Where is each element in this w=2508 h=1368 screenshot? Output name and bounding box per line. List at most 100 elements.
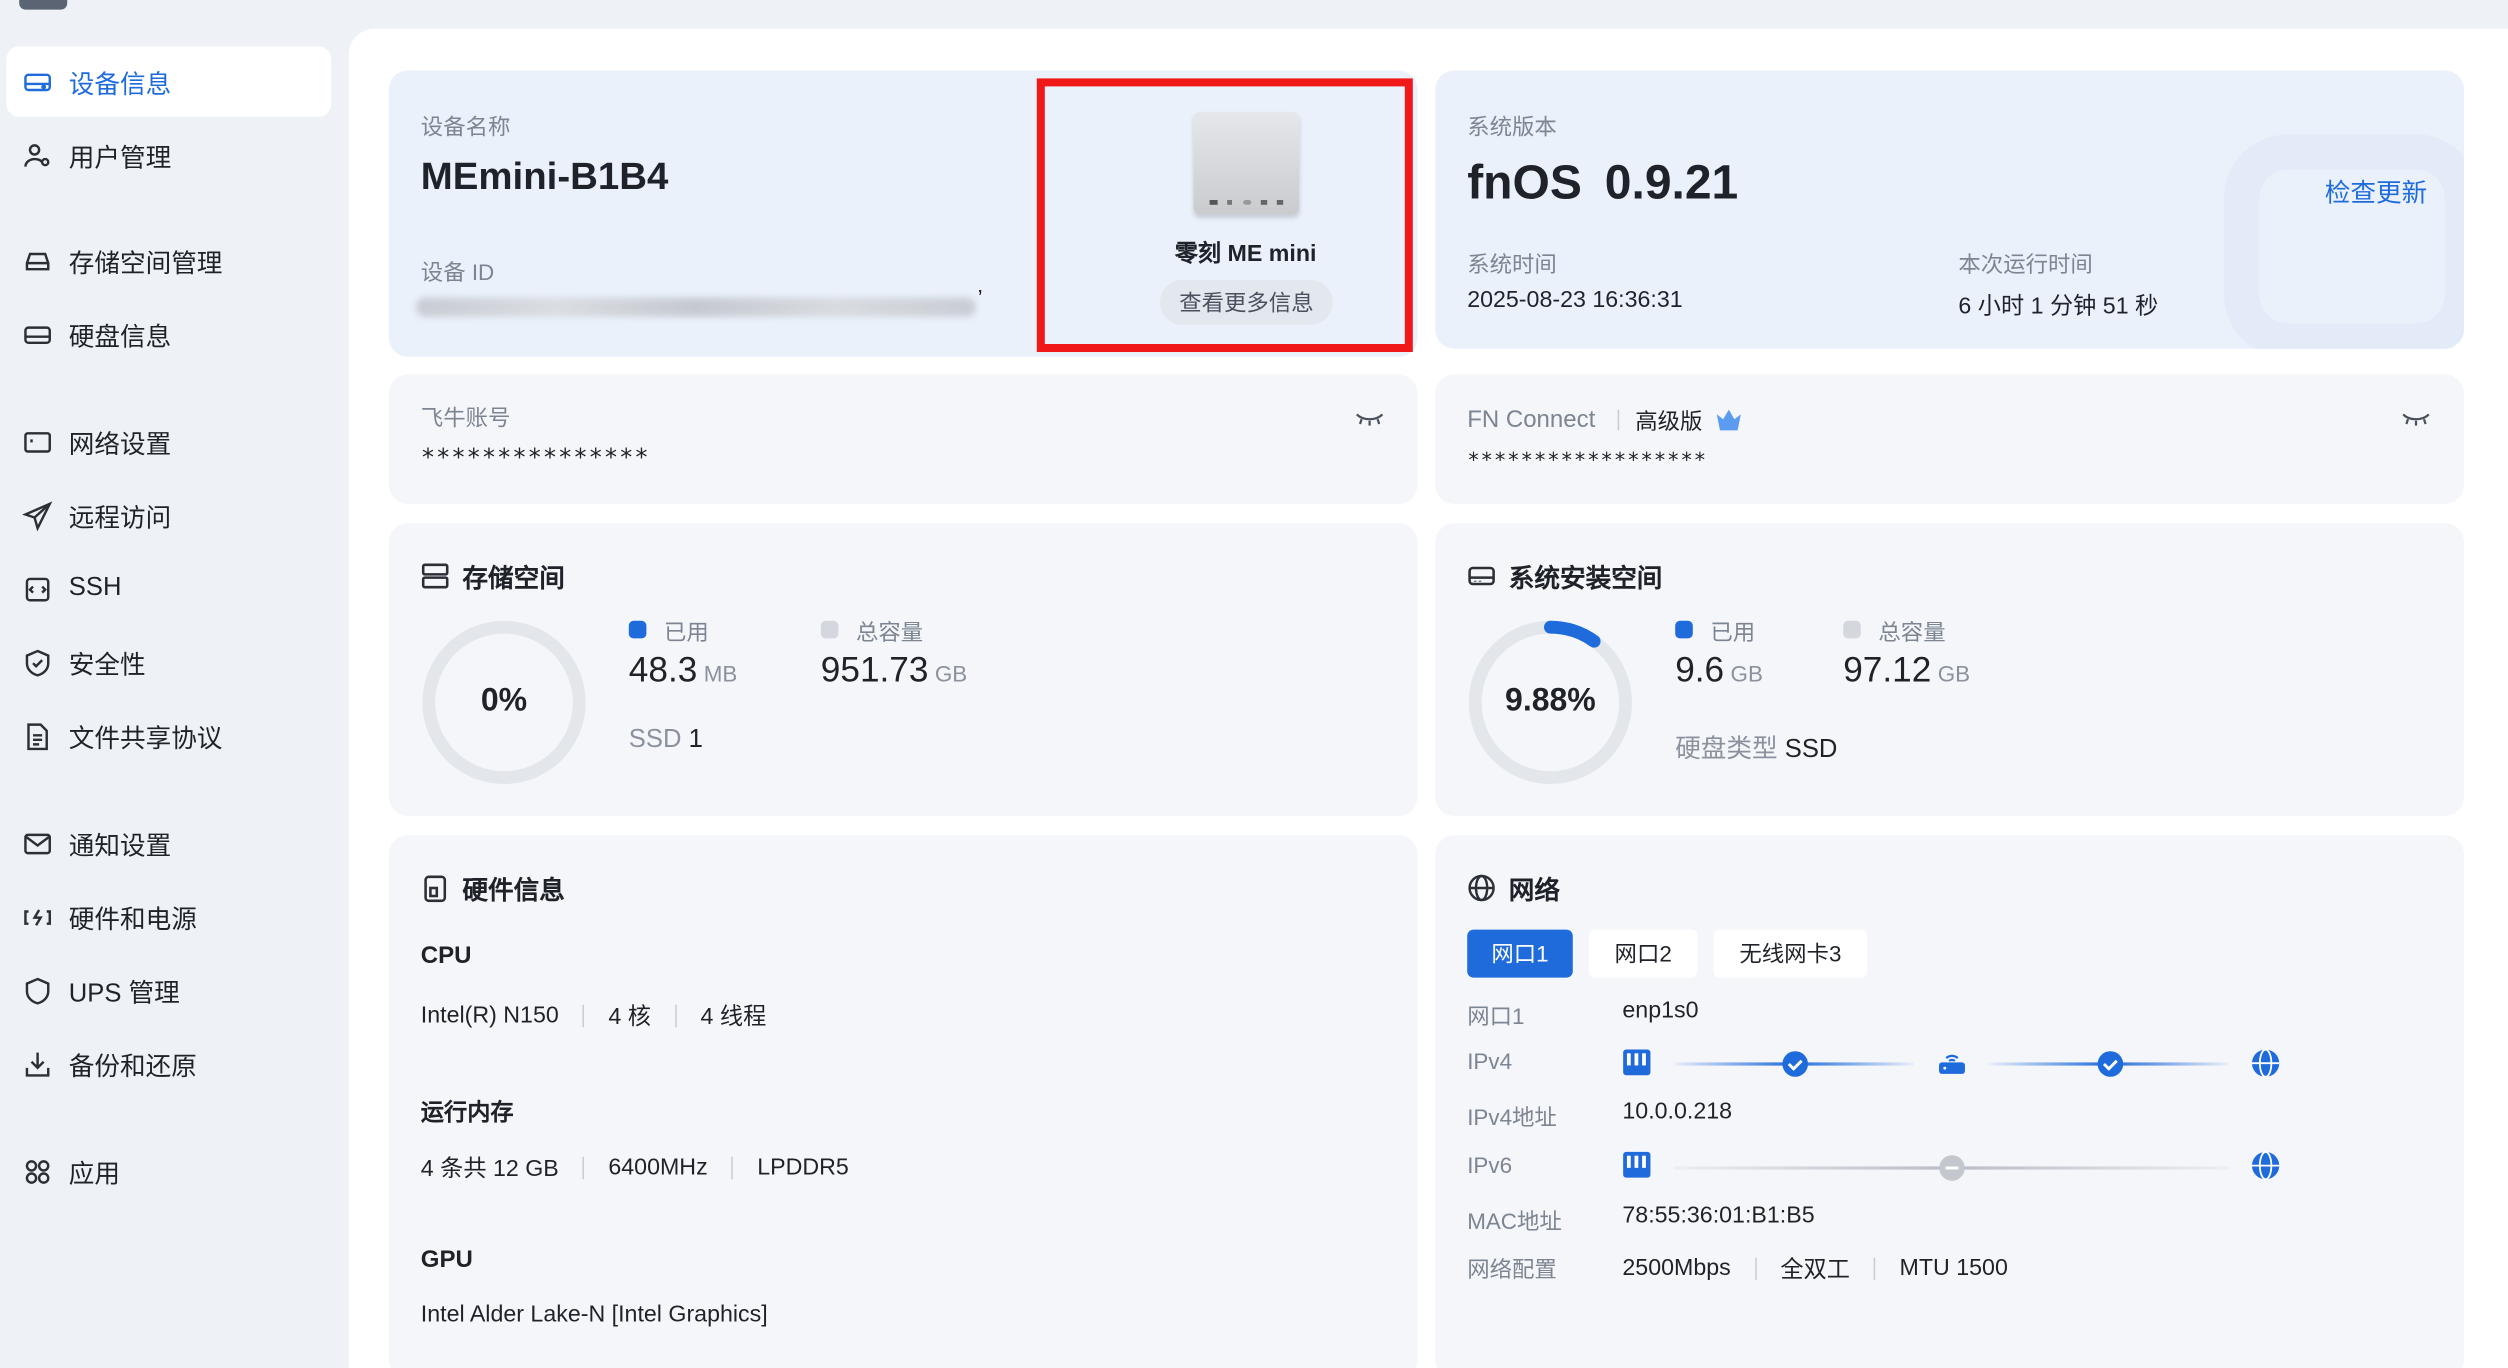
system-space-used-label: 已用 [1710,619,1756,645]
storage-icon [21,245,53,277]
highlight-box [1036,78,1413,353]
device-id-redacted [416,297,976,317]
crown-icon [1715,408,1742,440]
network-title: 网络 [1467,869,1560,907]
system-time-label: 系统时间 [1467,251,1557,277]
check-circle-icon [1781,1050,1810,1079]
disk-icon [1468,566,1495,586]
sidebar-item-label: 安全性 [68,652,146,680]
memory-info: 4 条共 12 GB 6400MHz LPDDR5 [420,1154,849,1183]
network-title-text: 网络 [1508,878,1561,906]
divider [1617,409,1620,431]
system-space-title: 系统安装空间 [1467,557,1662,595]
globe-icon [1468,874,1495,902]
hardware-title-text: 硬件信息 [462,878,565,906]
sidebar-item-security[interactable]: 安全性 [6,627,331,697]
tab-port2[interactable]: 网口2 [1588,929,1698,978]
sidebar-item-file-sharing[interactable]: 文件共享协议 [6,701,331,771]
device-icon [21,66,53,98]
minus-circle-icon [1938,1154,1967,1183]
window-control[interactable] [19,0,68,10]
hardware-icon [424,875,447,903]
ssd-count: SSD 1 [628,726,703,754]
port-label: 网口1 [1467,1003,1525,1029]
storage-percent: 0% [480,683,528,719]
device-id-trailing: ’ [977,284,983,311]
cpu-info: Intel(R) N150 4 核4 线程 [420,1002,767,1031]
mac-label: MAC地址 [1467,1208,1562,1234]
router-icon [1938,1048,1967,1077]
sidebar-item-storage[interactable]: 存储空间管理 [6,226,331,296]
storage-total: 951.73 GB [820,649,968,690]
tab-port1[interactable]: 网口1 [1467,929,1573,978]
sidebar-item-network[interactable]: 网络设置 [6,406,331,476]
ups-shield-icon [21,974,53,1006]
account-label: 飞牛账号 [420,404,511,431]
eye-closed-icon[interactable] [2400,406,2432,436]
sidebar-item-label: 文件共享协议 [68,726,223,754]
check-circle-icon [2096,1050,2125,1079]
file-icon [21,720,53,752]
sidebar-item-label: 应用 [68,1161,121,1189]
device-id-label: 设备 ID [420,259,495,285]
sidebar-item-label: 用户管理 [68,145,172,173]
used-legend-dot [628,620,647,639]
sidebar-item-label: 通知设置 [68,833,172,861]
sidebar-item-apps[interactable]: 应用 [6,1136,331,1206]
sidebar-item-device-info[interactable]: 设备信息 [6,46,332,117]
connect-label: FN Connect [1467,406,1596,434]
storage-used-label: 已用 [664,619,709,645]
connect-card [1435,374,2464,504]
network-card [1435,835,2464,1368]
storage-title: 存储空间 [421,557,565,595]
device-name: MEmini-B1B4 [420,155,669,199]
account-card [388,374,1418,504]
hardware-card [388,835,1418,1368]
connect-tier: 高级版 [1635,408,1703,434]
sidebar-item-backup[interactable]: 备份和还原 [6,1029,331,1099]
system-time: 2025-08-23 16:36:31 [1467,288,1683,314]
mac-address: 78:55:36:01:B1:B5 [1622,1203,1815,1229]
sidebar-item-remote-access[interactable]: 远程访问 [6,480,331,550]
system-space-total-label: 总容量 [1878,619,1946,645]
apps-icon [21,1155,53,1187]
sidebar-item-ssh[interactable]: SSH [6,554,331,624]
ipv4-label: IPv4 [1467,1048,1513,1074]
ipv6-label: IPv6 [1467,1152,1513,1178]
ipv4-address-label: IPv4地址 [1467,1104,1557,1130]
network-icon [21,426,53,458]
tab-wireless3[interactable]: 无线网卡3 [1713,929,1868,978]
sidebar-item-notifications[interactable]: 通知设置 [6,808,331,878]
hardware-title: 硬件信息 [421,869,565,907]
account-value: *************** [420,443,650,472]
storage-total-label: 总容量 [856,619,924,645]
uptime-label: 本次运行时间 [1958,251,2093,277]
sidebar-item-label: UPS 管理 [68,980,180,1008]
nas-icon [1622,1150,1651,1179]
system-version: 0.9.21 [1604,156,1739,210]
system-os: fnOS [1467,156,1582,210]
total-legend-dot [820,620,839,639]
users-icon [21,139,53,171]
system-space-title-text: 系统安装空间 [1508,566,1663,594]
sidebar-item-hardware-power[interactable]: 硬件和电源 [6,882,331,952]
internet-globe-icon [2251,1047,2280,1077]
network-config: 2500Mbps 全双工 MTU 1500 [1622,1255,2008,1284]
sidebar-item-ups[interactable]: UPS 管理 [6,955,331,1025]
mail-icon [21,827,53,859]
sidebar-item-users[interactable]: 用户管理 [6,120,331,190]
used-legend-dot [1675,620,1693,639]
ipv4-address: 10.0.0.218 [1622,1099,1733,1125]
sidebar-item-label: 网络设置 [68,432,172,460]
storage-icon [421,563,449,589]
check-update-link[interactable]: 检查更新 [2325,171,2427,209]
disk-type: 硬盘类型 SSD [1675,736,1838,764]
sidebar-item-label: SSH [68,574,122,602]
power-icon [21,901,53,933]
sidebar-item-disk[interactable]: 硬盘信息 [6,299,331,369]
gpu-label: GPU [420,1246,473,1274]
disk-icon [21,318,53,350]
system-version-label: 系统版本 [1467,113,1557,140]
uptime: 6 小时 1 分钟 51 秒 [1958,294,2159,320]
eye-closed-icon[interactable] [1354,406,1386,436]
